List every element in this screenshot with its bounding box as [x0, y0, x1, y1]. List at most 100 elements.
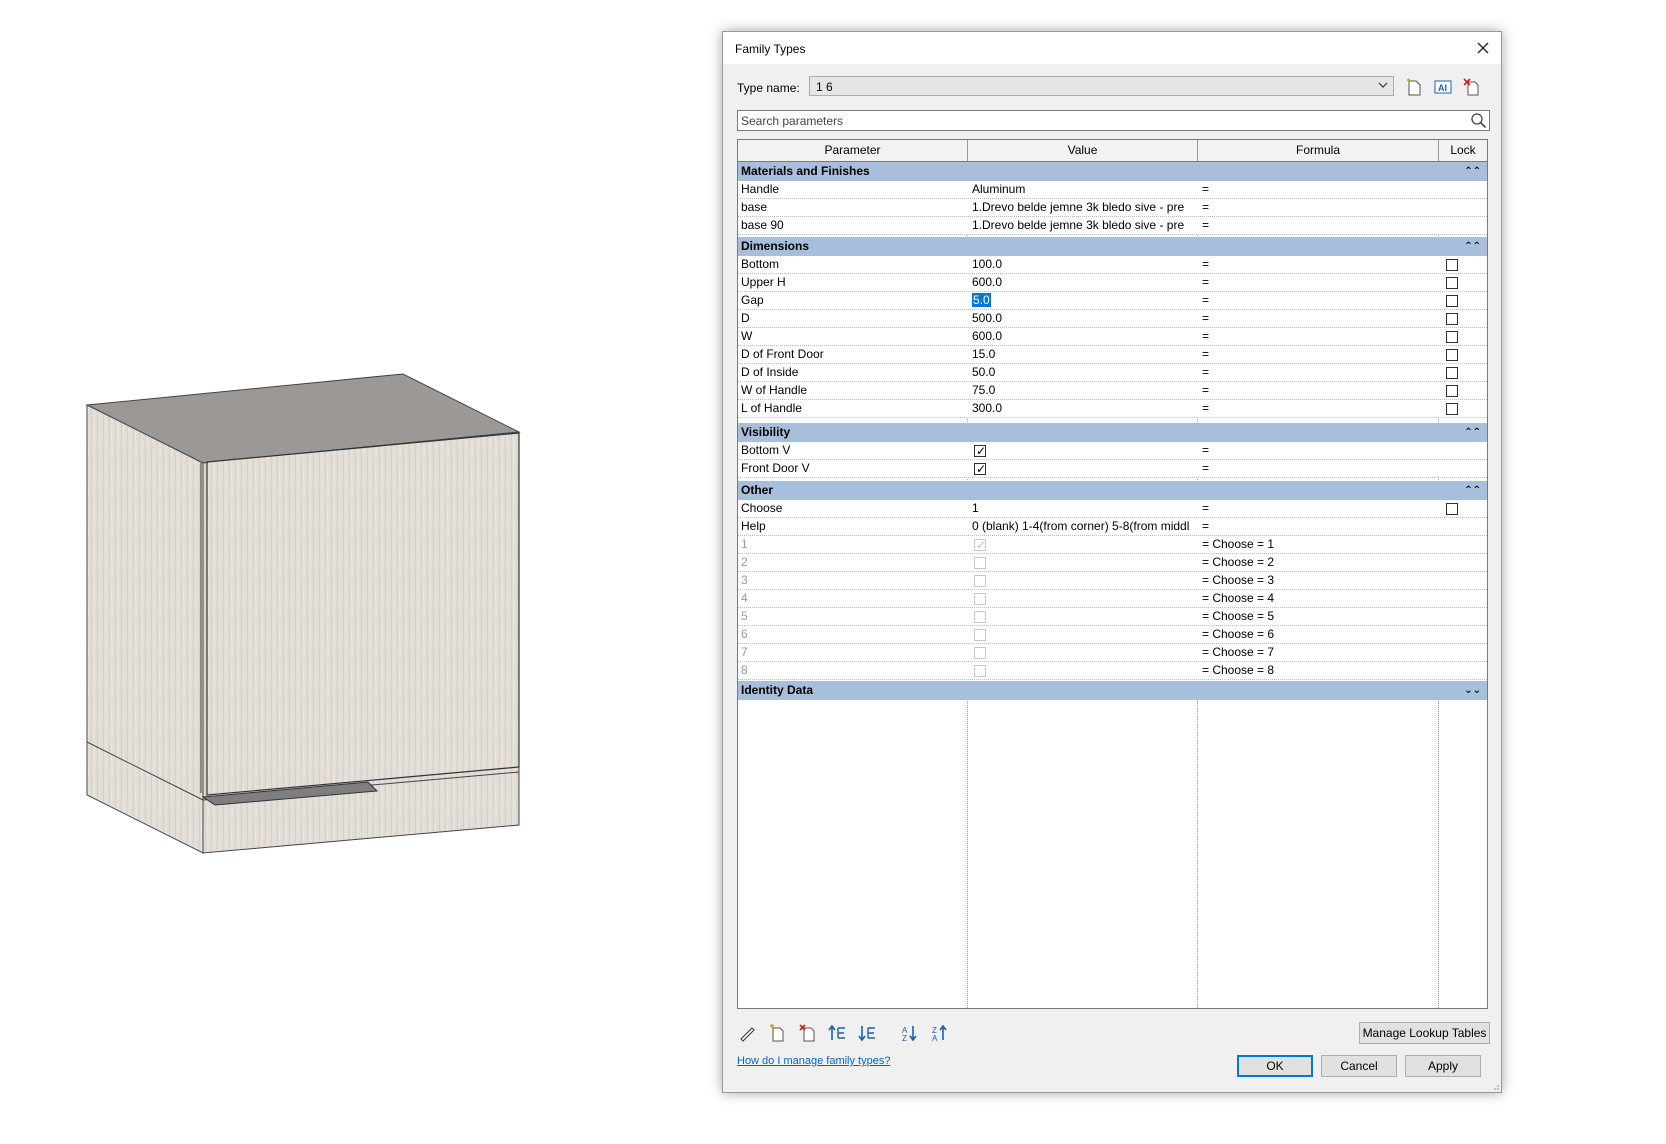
- param-row-1[interactable]: 1 ✓ = Choose = 1: [738, 536, 1487, 554]
- group-identity-data[interactable]: Identity Data ⌄⌄: [738, 681, 1487, 700]
- group-visibility[interactable]: Visibility ⌃⌃: [738, 423, 1487, 442]
- param-row-d-of-inside[interactable]: D of Inside 50.0 =: [738, 364, 1487, 382]
- column-header-parameter[interactable]: Parameter: [738, 140, 968, 161]
- param-formula[interactable]: = Choose = 1: [1202, 536, 1438, 553]
- param-formula[interactable]: =: [1202, 382, 1438, 399]
- chevron-double-down-icon[interactable]: ⌄⌄: [1464, 681, 1481, 700]
- param-row-3[interactable]: 3 = Choose = 3: [738, 572, 1487, 590]
- param-value[interactable]: 15.0: [972, 346, 1198, 363]
- param-value[interactable]: 500.0: [972, 310, 1198, 327]
- help-link[interactable]: How do I manage family types?: [737, 1055, 890, 1067]
- param-row-l-of-handle[interactable]: L of Handle 300.0 =: [738, 400, 1487, 418]
- lock-checkbox[interactable]: [1446, 259, 1458, 271]
- param-formula[interactable]: =: [1202, 400, 1438, 417]
- param-formula[interactable]: =: [1202, 256, 1438, 273]
- checkbox-front-door-v[interactable]: ✓: [974, 462, 986, 476]
- param-value[interactable]: 5.0: [972, 292, 1198, 309]
- chevron-double-up-icon[interactable]: ⌃⌃: [1464, 481, 1481, 500]
- param-formula[interactable]: =: [1202, 500, 1438, 517]
- param-row-front-door-v[interactable]: Front Door V ✓ =: [738, 460, 1487, 478]
- lock-checkbox[interactable]: [1446, 385, 1458, 397]
- param-formula[interactable]: =: [1202, 518, 1438, 535]
- param-row-7[interactable]: 7 = Choose = 7: [738, 644, 1487, 662]
- param-row-choose[interactable]: Choose 1 =: [738, 500, 1487, 518]
- param-row-w[interactable]: W 600.0 =: [738, 328, 1487, 346]
- lock-checkbox[interactable]: [1446, 349, 1458, 361]
- checkbox-bottom-v[interactable]: ✓: [974, 444, 986, 458]
- param-value[interactable]: 1: [972, 500, 1198, 517]
- param-formula[interactable]: =: [1202, 217, 1438, 234]
- param-formula[interactable]: =: [1202, 460, 1438, 477]
- rename-type-icon[interactable]: AI: [1432, 76, 1454, 98]
- param-formula[interactable]: =: [1202, 181, 1438, 198]
- lock-checkbox[interactable]: [1446, 331, 1458, 343]
- param-row-d[interactable]: D 500.0 =: [738, 310, 1487, 328]
- move-down-icon[interactable]: [857, 1022, 879, 1044]
- lock-checkbox[interactable]: [1446, 367, 1458, 379]
- delete-type-icon[interactable]: [1461, 76, 1483, 98]
- manage-lookup-tables-button[interactable]: Manage Lookup Tables: [1359, 1022, 1490, 1044]
- chevron-double-up-icon[interactable]: ⌃⌃: [1464, 162, 1481, 181]
- chevron-double-up-icon[interactable]: ⌃⌃: [1464, 423, 1481, 442]
- lock-checkbox[interactable]: [1446, 295, 1458, 307]
- 3d-view-viewport[interactable]: [0, 0, 720, 1141]
- type-name-dropdown[interactable]: 1 6: [809, 76, 1394, 96]
- param-row-5[interactable]: 5 = Choose = 5: [738, 608, 1487, 626]
- parameter-grid[interactable]: Parameter Value Formula Lock Materials a…: [737, 139, 1488, 1009]
- param-row-handle[interactable]: Handle Aluminum =: [738, 181, 1487, 199]
- param-row-help[interactable]: Help 0 (blank) 1-4(from corner) 5-8(from …: [738, 518, 1487, 536]
- param-value[interactable]: 600.0: [972, 328, 1198, 345]
- param-formula[interactable]: =: [1202, 328, 1438, 345]
- lock-checkbox[interactable]: [1446, 403, 1458, 415]
- new-type-icon[interactable]: [1403, 76, 1425, 98]
- chevron-double-up-icon[interactable]: ⌃⌃: [1464, 237, 1481, 256]
- search-parameters-input[interactable]: Search parameters: [737, 110, 1490, 131]
- param-value[interactable]: 300.0: [972, 400, 1198, 417]
- lock-checkbox[interactable]: [1446, 313, 1458, 325]
- param-row-8[interactable]: 8 = Choose = 8: [738, 662, 1487, 680]
- column-header-value[interactable]: Value: [968, 140, 1198, 161]
- resize-grip-icon[interactable]: [1491, 1082, 1499, 1090]
- param-value[interactable]: 75.0: [972, 382, 1198, 399]
- param-row-d-of-front-door[interactable]: D of Front Door 15.0 =: [738, 346, 1487, 364]
- column-header-formula[interactable]: Formula: [1198, 140, 1439, 161]
- param-formula[interactable]: = Choose = 5: [1202, 608, 1438, 625]
- param-formula[interactable]: = Choose = 8: [1202, 662, 1438, 679]
- lock-checkbox[interactable]: [1446, 277, 1458, 289]
- param-row-4[interactable]: 4 = Choose = 4: [738, 590, 1487, 608]
- sort-ascending-icon[interactable]: AZ: [899, 1022, 921, 1044]
- apply-button[interactable]: Apply: [1405, 1055, 1481, 1077]
- group-materials-and-finishes[interactable]: Materials and Finishes ⌃⌃: [738, 162, 1487, 181]
- param-value[interactable]: 1.Drevo belde jemne 3k bledo sive - pre: [972, 199, 1198, 216]
- cancel-button[interactable]: Cancel: [1321, 1055, 1397, 1077]
- param-row-upper-h[interactable]: Upper H 600.0 =: [738, 274, 1487, 292]
- param-formula[interactable]: =: [1202, 199, 1438, 216]
- param-row-6[interactable]: 6 = Choose = 6: [738, 626, 1487, 644]
- param-value[interactable]: 50.0: [972, 364, 1198, 381]
- edit-parameter-icon[interactable]: [737, 1022, 759, 1044]
- param-row-2[interactable]: 2 = Choose = 2: [738, 554, 1487, 572]
- param-formula[interactable]: =: [1202, 364, 1438, 381]
- sort-descending-icon[interactable]: ZA: [929, 1022, 951, 1044]
- param-formula[interactable]: =: [1202, 292, 1438, 309]
- param-row-base[interactable]: base 1.Drevo belde jemne 3k bledo sive -…: [738, 199, 1487, 217]
- param-row-bottom-v[interactable]: Bottom V ✓ =: [738, 442, 1487, 460]
- param-formula[interactable]: = Choose = 7: [1202, 644, 1438, 661]
- param-row-base-90[interactable]: base 90 1.Drevo belde jemne 3k bledo siv…: [738, 217, 1487, 235]
- ok-button[interactable]: OK: [1237, 1055, 1313, 1077]
- param-value[interactable]: Aluminum: [972, 181, 1198, 198]
- new-parameter-icon[interactable]: [767, 1022, 789, 1044]
- param-formula[interactable]: = Choose = 4: [1202, 590, 1438, 607]
- param-formula[interactable]: = Choose = 6: [1202, 626, 1438, 643]
- param-formula[interactable]: =: [1202, 346, 1438, 363]
- column-header-lock[interactable]: Lock: [1439, 140, 1487, 161]
- param-formula[interactable]: = Choose = 2: [1202, 554, 1438, 571]
- close-icon[interactable]: [1471, 36, 1495, 60]
- param-row-w-of-handle[interactable]: W of Handle 75.0 =: [738, 382, 1487, 400]
- param-formula[interactable]: =: [1202, 442, 1438, 459]
- param-formula[interactable]: =: [1202, 310, 1438, 327]
- lock-checkbox[interactable]: [1446, 503, 1458, 515]
- param-value[interactable]: 0 (blank) 1-4(from corner) 5-8(from midd…: [972, 518, 1198, 535]
- search-icon[interactable]: [1470, 112, 1487, 132]
- param-value[interactable]: 1.Drevo belde jemne 3k bledo sive - pre: [972, 217, 1198, 234]
